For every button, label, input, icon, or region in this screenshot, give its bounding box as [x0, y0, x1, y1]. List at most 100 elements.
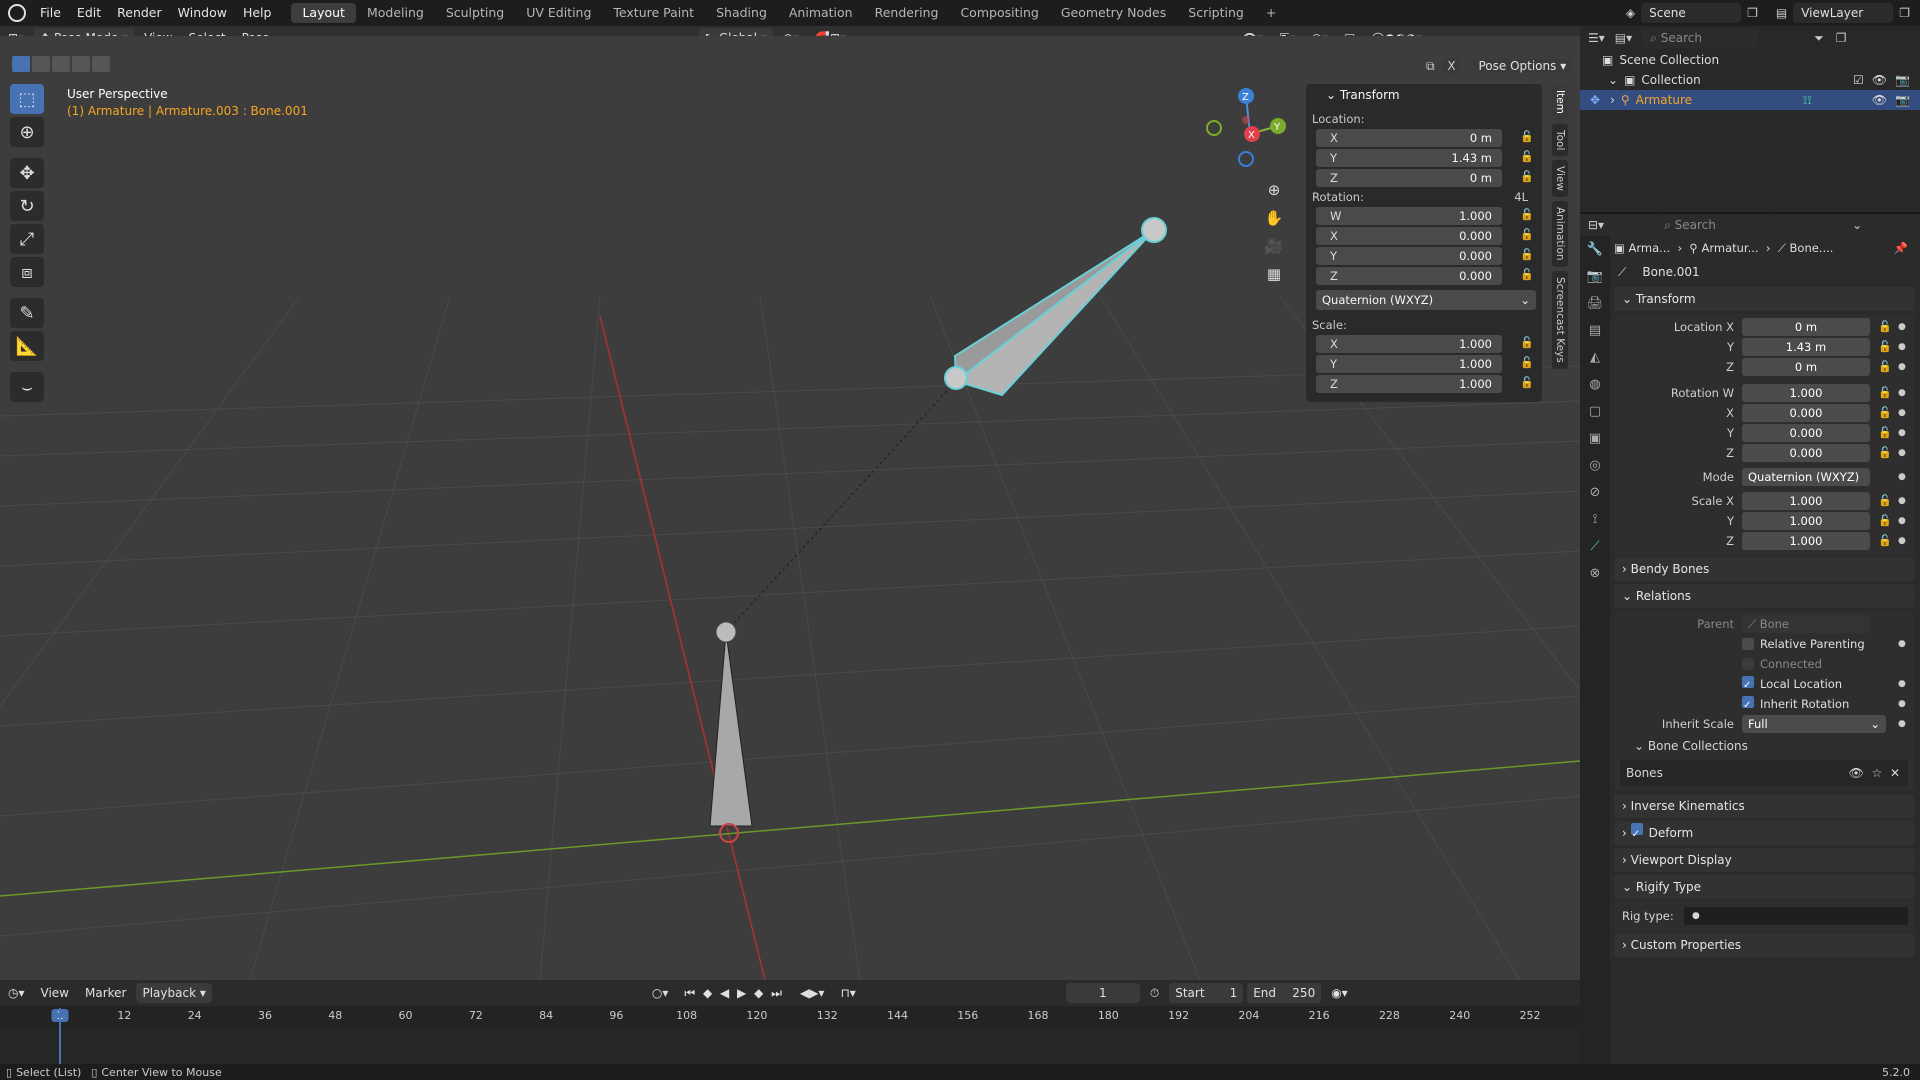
lock-icon[interactable]: 🔓	[1520, 268, 1534, 281]
lock-icon[interactable]: 🔓	[1878, 383, 1892, 403]
keyframe-dot-icon[interactable]: ●	[1898, 383, 1906, 403]
keyframe-dot-icon[interactable]: ●	[1898, 403, 1906, 423]
tl-playback-menu[interactable]: Playback ▾	[136, 983, 212, 1003]
tab-shading[interactable]: Shading	[705, 3, 778, 23]
select-extend-icon[interactable]	[32, 56, 50, 72]
tab-geometry-nodes[interactable]: Geometry Nodes	[1050, 3, 1177, 23]
np-location-z[interactable]: Z 0 m 🔓	[1312, 168, 1534, 188]
eye-icon[interactable]: 👁	[1872, 90, 1887, 110]
display-mode-icon[interactable]: ▤▾	[1615, 31, 1632, 45]
lock-icon[interactable]: 🔓	[1878, 511, 1892, 531]
outliner-armature[interactable]: ✥ › ⚲ Armature ⟟⟟ 👁 📷	[1580, 90, 1920, 110]
select-subtract-icon[interactable]	[52, 56, 70, 72]
keyframe-dot-icon[interactable]: ●	[1898, 694, 1906, 714]
physics-tab-icon[interactable]: ◎	[1580, 452, 1610, 479]
move-icon[interactable]: ✥	[10, 158, 44, 188]
camera-view-icon[interactable]: 🎥	[1262, 232, 1286, 260]
select-box-icon[interactable]: ⬚	[10, 84, 44, 114]
sync-icon[interactable]: ◉▾	[1323, 982, 1356, 1004]
scale-icon[interactable]: ⤢	[10, 224, 44, 254]
menu-render[interactable]: Render	[109, 0, 170, 26]
filter-icon[interactable]: ⏷	[1814, 31, 1824, 46]
rotation-z-field[interactable]: 0.000	[1742, 444, 1870, 462]
tab-compositing[interactable]: Compositing	[949, 3, 1049, 23]
autokey-icon[interactable]: ⊓▾	[832, 982, 863, 1004]
tab-item[interactable]: Item	[1552, 84, 1568, 120]
tab-tool[interactable]: Tool	[1552, 123, 1568, 157]
keyframe-dot-icon[interactable]: ●	[1898, 423, 1906, 443]
location-y-field[interactable]: 1.43 m	[1742, 338, 1870, 356]
np-rotation-z[interactable]: Z 0.000 🔓	[1312, 266, 1534, 286]
lock-icon[interactable]: 🔓	[1520, 336, 1534, 349]
bone-collection-item[interactable]: Bones 👁 ☆ ✕	[1620, 760, 1908, 786]
np-location-x[interactable]: X 0 m 🔓	[1312, 128, 1534, 148]
bone-selected-head[interactable]	[944, 366, 968, 390]
close-icon[interactable]: ✕	[1890, 766, 1900, 780]
object-tab-icon[interactable]: ▣	[1580, 425, 1610, 452]
world-tab-icon[interactable]: ◍	[1580, 371, 1610, 398]
inherit-scale-select[interactable]: Full ⌄	[1742, 715, 1886, 733]
keyframe-dot-icon[interactable]: ●	[1898, 443, 1906, 463]
new-scene-icon[interactable]: ❐	[1747, 6, 1758, 20]
render-tab-icon[interactable]: 📷	[1580, 263, 1610, 290]
np-scale-x[interactable]: X 1.000 🔓	[1312, 334, 1534, 354]
np-scale-z[interactable]: Z 1.000 🔓	[1312, 374, 1534, 394]
current-frame-field[interactable]: 1	[1065, 983, 1140, 1003]
star-icon[interactable]: ☆	[1872, 766, 1883, 780]
bone-name-field[interactable]: Bone.001	[1634, 262, 1914, 282]
collection-tab-icon[interactable]: ▢	[1580, 398, 1610, 425]
keyframe-dot-icon[interactable]: ●	[1898, 467, 1906, 487]
keyframe-dot-icon[interactable]: ●	[1898, 511, 1906, 531]
inherit-rotation-checkbox[interactable]: Inherit Rotation	[1742, 694, 1849, 714]
np-location-y[interactable]: Y 1.43 m 🔓	[1312, 148, 1534, 168]
bone-collections-subheader[interactable]: ⌄ Bone Collections	[1614, 734, 1914, 758]
camera-icon[interactable]: 📷	[1895, 70, 1910, 90]
blender-logo-icon[interactable]	[8, 4, 26, 22]
lock-icon[interactable]: 🔓	[1878, 337, 1892, 357]
menu-window[interactable]: Window	[170, 0, 235, 26]
scale-y-field[interactable]: 1.000	[1742, 512, 1870, 530]
lock-icon[interactable]: 🔓	[1520, 170, 1534, 183]
properties-search[interactable]: ⌕ Search	[1656, 215, 1773, 235]
location-z-field[interactable]: 0 m	[1742, 358, 1870, 376]
tab-view[interactable]: View	[1552, 160, 1568, 198]
view-layer-tab-icon[interactable]: ▤	[1580, 317, 1610, 344]
add-workspace-button[interactable]: +	[1255, 3, 1287, 23]
lock-icon[interactable]: 🔓	[1878, 491, 1892, 511]
keyframe-dot-icon[interactable]: ●	[1898, 674, 1906, 694]
pose-options-button[interactable]: Pose Options ▾	[1472, 59, 1573, 73]
custom-properties-section-header[interactable]: › Custom Properties	[1614, 933, 1914, 957]
relax-pose-icon[interactable]: ⌣	[10, 372, 44, 402]
scale-z-field[interactable]: 1.000	[1742, 532, 1870, 550]
rotation-4l-toggle[interactable]: 4L	[1514, 188, 1528, 206]
bendy-bones-section-header[interactable]: › Bendy Bones	[1614, 557, 1914, 581]
pin-icon[interactable]: 📌	[1894, 236, 1908, 260]
lock-icon[interactable]: 🔓	[1878, 531, 1892, 551]
start-frame-field[interactable]: Start 1	[1169, 983, 1244, 1003]
tab-rendering[interactable]: Rendering	[864, 3, 950, 23]
checkbox-icon[interactable]: ☑	[1853, 70, 1864, 90]
deform-checkbox[interactable]	[1630, 823, 1643, 835]
tab-sculpting[interactable]: Sculpting	[435, 3, 515, 23]
measure-icon[interactable]: 📐	[10, 331, 44, 361]
timeline-editor-type-icon[interactable]: ◷▾	[0, 982, 33, 1004]
np-rotation-y[interactable]: Y 0.000 🔓	[1312, 246, 1534, 266]
constraints-tab-icon[interactable]: ⊘	[1580, 479, 1610, 506]
scene-selector[interactable]: Scene	[1641, 3, 1742, 23]
tool-tab-icon[interactable]: 🔧	[1580, 236, 1610, 263]
tab-screencast-keys[interactable]: Screencast Keys	[1552, 270, 1568, 369]
lock-icon[interactable]: 🔓	[1878, 317, 1892, 337]
deform-section-header[interactable]: › Deform	[1614, 821, 1914, 845]
ortho-grid-icon[interactable]: ▦	[1262, 260, 1286, 288]
view-layer-icon[interactable]: ▤	[1776, 6, 1787, 20]
relations-section-header[interactable]: ⌄ Relations	[1614, 584, 1914, 608]
properties-editor-type-icon[interactable]: ⊟▾	[1588, 218, 1604, 232]
keyframe-dot-icon[interactable]: ●	[1898, 714, 1906, 734]
bone-parent-head[interactable]	[715, 621, 737, 643]
np-rotation-mode-select[interactable]: Quaternion (WXYZ) ⌄	[1316, 290, 1536, 310]
lock-icon[interactable]: 🔓	[1878, 423, 1892, 443]
lock-icon[interactable]: 🔓	[1520, 356, 1534, 369]
rotation-y-field[interactable]: 0.000	[1742, 424, 1870, 442]
np-rotation-x[interactable]: X 0.000 🔓	[1312, 226, 1534, 246]
select-intersect-icon[interactable]	[92, 56, 110, 72]
